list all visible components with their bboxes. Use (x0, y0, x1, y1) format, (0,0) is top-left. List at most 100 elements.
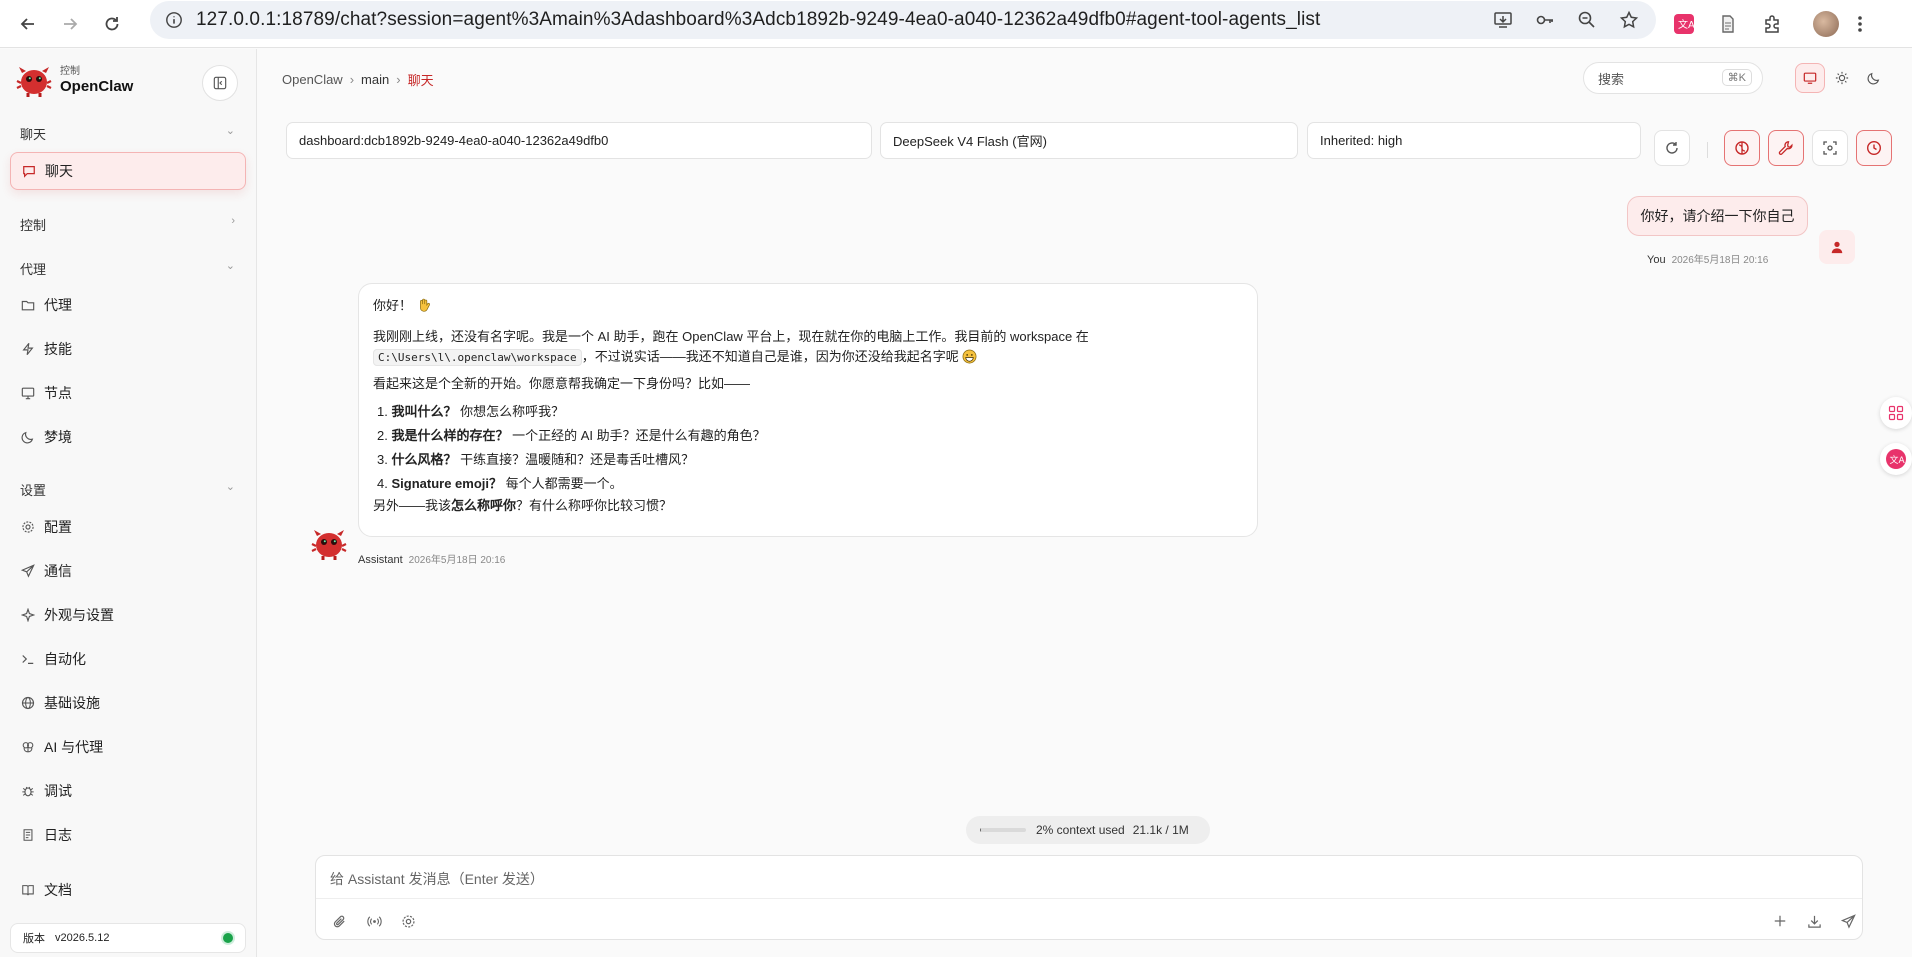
sidebar-item-label: 技能 (44, 341, 72, 357)
export-button[interactable] (1803, 910, 1825, 932)
list-number: 1. (377, 404, 388, 419)
assistant-avatar-icon (311, 530, 347, 560)
sidebar-item-logs[interactable]: 日志 (20, 820, 248, 850)
theme-dark-button[interactable] (1859, 63, 1889, 93)
sidebar-item-label: 调试 (44, 783, 72, 799)
message-input[interactable] (330, 866, 1830, 892)
brand[interactable]: 控制 OpenClaw (16, 63, 133, 99)
bookmark-star-icon[interactable] (1610, 1, 1648, 39)
section-agent-label: 代理 (20, 262, 47, 277)
waving-hand-icon (419, 298, 430, 312)
translate-extension-icon[interactable]: 文A (1662, 4, 1706, 44)
sidebar-item-automation[interactable]: 自动化 (20, 644, 248, 674)
forward-icon[interactable] (50, 4, 90, 44)
site-info-icon[interactable] (156, 2, 192, 38)
back-icon[interactable] (8, 4, 48, 44)
user-message-meta: You 2026年5月18日 20:16 (1647, 251, 1768, 266)
document-extension-icon[interactable] (1706, 4, 1750, 44)
session-select[interactable]: dashboard:dcb1892b-9249-4ea0-a040-12362a… (286, 122, 872, 159)
paperclip-icon (333, 915, 345, 927)
sidebar-item-label: AI 与代理 (44, 739, 104, 755)
list-item-title: 我是什么样的存在？ (391, 428, 509, 443)
model-select[interactable]: DeepSeek V4 Flash (官网) (880, 122, 1298, 159)
sparkle-icon (20, 607, 36, 623)
sidebar-item-nodes[interactable]: 节点 (20, 378, 248, 408)
sidebar-item-debug[interactable]: 调试 (20, 776, 248, 806)
message-composer (315, 855, 1863, 940)
send-button[interactable] (1837, 910, 1859, 932)
gear-icon (20, 519, 36, 535)
sidebar-item-label: 外观与设置 (44, 607, 114, 623)
breadcrumb-middle[interactable]: main (361, 72, 389, 87)
status-indicator (223, 933, 233, 943)
message-sender: You (1647, 254, 1666, 266)
url-text[interactable]: 127.0.0.1:18789/chat?session=agent%3Amai… (196, 9, 1320, 31)
browser-menu-icon[interactable] (1848, 4, 1872, 44)
sidebar-item-chat[interactable]: 聊天 (10, 152, 246, 190)
wrench-icon (1778, 141, 1793, 155)
reload-icon[interactable] (92, 4, 132, 44)
chevron-down-icon: ⌄ (225, 481, 235, 493)
section-settings[interactable]: 设置 ⌄ (20, 480, 235, 499)
sidebar-item-dreams[interactable]: 梦境 (20, 422, 248, 452)
assistant-closing: 另外——我该怎么称呼你？有什么称呼你比较习惯？ (373, 496, 1243, 516)
install-app-icon[interactable] (1484, 1, 1522, 39)
section-settings-label: 设置 (20, 483, 47, 498)
thinking-level-select[interactable]: Inherited: high (1307, 122, 1641, 159)
section-chat[interactable]: 聊天 ⌄ (20, 124, 235, 143)
section-agent[interactable]: 代理 ⌄ (20, 259, 235, 278)
new-chat-button[interactable] (1769, 910, 1791, 932)
voice-button[interactable] (363, 910, 385, 932)
grinning-face-icon (962, 349, 977, 364)
version-number: v2026.5.12 (55, 932, 110, 944)
closing-text: 另外——我该 (373, 498, 452, 513)
list-item-text: 一个正经的 AI 助手？还是什么有趣的角色？ (512, 428, 766, 443)
breadcrumb: OpenClaw › main › 聊天 (282, 70, 434, 89)
context-usage-pill: 2% context used 21.1k / 1M (966, 816, 1210, 844)
sidebar-item-config[interactable]: 配置 (20, 512, 248, 542)
extensions-puzzle-icon[interactable] (1750, 4, 1794, 44)
sidebar-item-ai-agents[interactable]: AI 与代理 (20, 732, 248, 762)
zoom-icon[interactable] (1568, 1, 1606, 39)
translate-float-button[interactable]: 文A (1880, 443, 1912, 475)
key-icon[interactable] (1526, 1, 1564, 39)
sidebar-item-infrastructure[interactable]: 基础设施 (20, 688, 248, 718)
brand-subtitle: 控制 (60, 66, 80, 77)
sidebar-item-label: 梦境 (44, 429, 72, 445)
apps-grid-button[interactable] (1880, 397, 1912, 429)
sidebar-item-messaging[interactable]: 通信 (20, 556, 248, 586)
attach-button[interactable] (328, 910, 350, 932)
address-bar[interactable]: 127.0.0.1:18789/chat?session=agent%3Amai… (150, 1, 1656, 39)
profile-avatar[interactable] (1804, 4, 1848, 44)
theme-system-button[interactable] (1795, 63, 1825, 93)
section-control[interactable]: 控制 › (20, 215, 235, 234)
send-icon (20, 563, 36, 579)
breadcrumb-current: 聊天 (407, 73, 434, 88)
sidebar-item-label: 文档 (44, 882, 72, 898)
intro-text: 我刚刚上线，还没有名字呢。我是一个 AI 助手，跑在 OpenClaw 平台上，… (373, 329, 1089, 344)
refresh-button[interactable] (1654, 130, 1690, 166)
svg-text:文A: 文A (1678, 18, 1695, 31)
monitor-icon (1803, 72, 1817, 84)
history-button[interactable] (1856, 130, 1892, 166)
tools-toggle-button[interactable] (1768, 130, 1804, 166)
composer-settings-button[interactable] (397, 910, 419, 932)
thinking-toggle-button[interactable] (1724, 130, 1760, 166)
focus-mode-button[interactable] (1812, 130, 1848, 166)
thinking-level-value: Inherited: high (1320, 133, 1403, 148)
sidebar-item-agents[interactable]: 代理 (20, 290, 248, 320)
list-item-title: 什么风格？ (391, 452, 457, 467)
sidebar-item-skills[interactable]: 技能 (20, 334, 248, 364)
sidebar-item-appearance[interactable]: 外观与设置 (20, 600, 248, 630)
breadcrumb-root[interactable]: OpenClaw (282, 72, 343, 87)
theme-light-button[interactable] (1827, 63, 1857, 93)
sidebar-item-label: 日志 (44, 827, 72, 843)
clock-icon (1866, 140, 1882, 156)
list-item-title: Signature emoji？ (391, 476, 502, 491)
sidebar-item-docs[interactable]: 文档 (20, 875, 248, 905)
composer-divider (316, 898, 1862, 899)
search-input[interactable]: 搜索 ⌘K (1583, 62, 1763, 94)
closing-text-end: ？有什么称呼你比较习惯？ (516, 498, 673, 513)
svg-text:文A: 文A (1890, 454, 1906, 466)
sidebar-collapse-button[interactable] (202, 65, 238, 101)
